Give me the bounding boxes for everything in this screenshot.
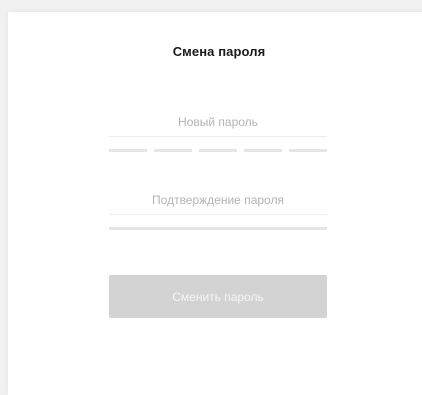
confirm-password-input[interactable]	[109, 186, 327, 215]
strength-segment	[244, 149, 282, 152]
new-password-input[interactable]	[109, 108, 327, 137]
change-password-button[interactable]: Сменить пароль	[109, 275, 327, 318]
strength-segment	[154, 149, 192, 152]
page-title: Смена пароля	[172, 44, 266, 59]
password-strength-meter	[109, 149, 327, 152]
password-change-card: Смена пароля Сменить пароль	[8, 12, 422, 395]
password-match-indicator	[109, 227, 327, 230]
strength-segment	[289, 149, 327, 152]
strength-segment	[199, 149, 237, 152]
strength-segment	[109, 149, 147, 152]
